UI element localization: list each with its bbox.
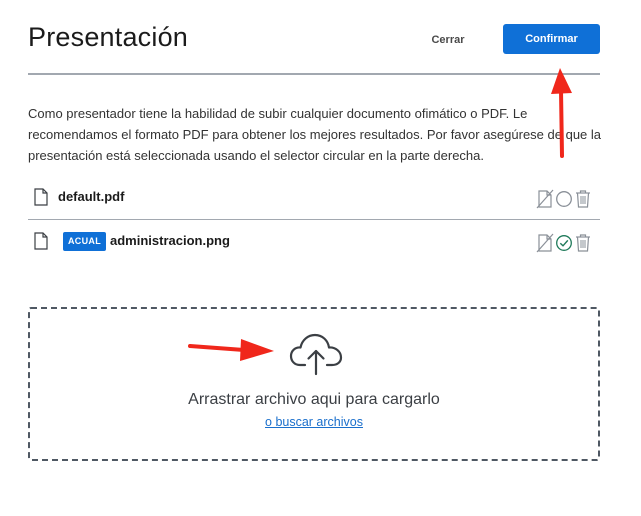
page-title: Presentación [28, 22, 188, 52]
file-actions [536, 233, 594, 253]
file-row: ACUAL administracion.png [28, 222, 600, 262]
file-actions [536, 189, 594, 209]
file-name: administracion.png [110, 233, 230, 248]
download-disabled-icon[interactable] [536, 189, 554, 209]
row-divider [28, 219, 600, 220]
instructions-text: Como presentador tiene la habilidad de s… [28, 106, 602, 163]
radio-empty-icon[interactable] [555, 189, 573, 209]
file-icon [34, 188, 48, 206]
download-disabled-icon[interactable] [536, 233, 554, 253]
trash-icon[interactable] [574, 189, 592, 209]
close-button[interactable]: Cerrar [420, 28, 476, 52]
dropzone-text: Arrastrar archivo aqui para cargarlo [188, 391, 440, 408]
cloud-upload-icon [289, 333, 343, 376]
current-badge: ACUAL [63, 232, 106, 251]
browse-files-link[interactable]: o buscar archivos [30, 415, 598, 429]
file-row: default.pdf [28, 178, 600, 218]
file-icon [34, 232, 48, 250]
trash-icon[interactable] [574, 233, 592, 253]
radio-checked-icon[interactable] [555, 233, 573, 253]
confirm-button[interactable]: Confirmar [503, 24, 600, 54]
file-name: default.pdf [58, 189, 125, 204]
header-divider [28, 73, 600, 75]
upload-dropzone[interactable]: Arrastrar archivo aqui para cargarlo o b… [28, 307, 600, 461]
